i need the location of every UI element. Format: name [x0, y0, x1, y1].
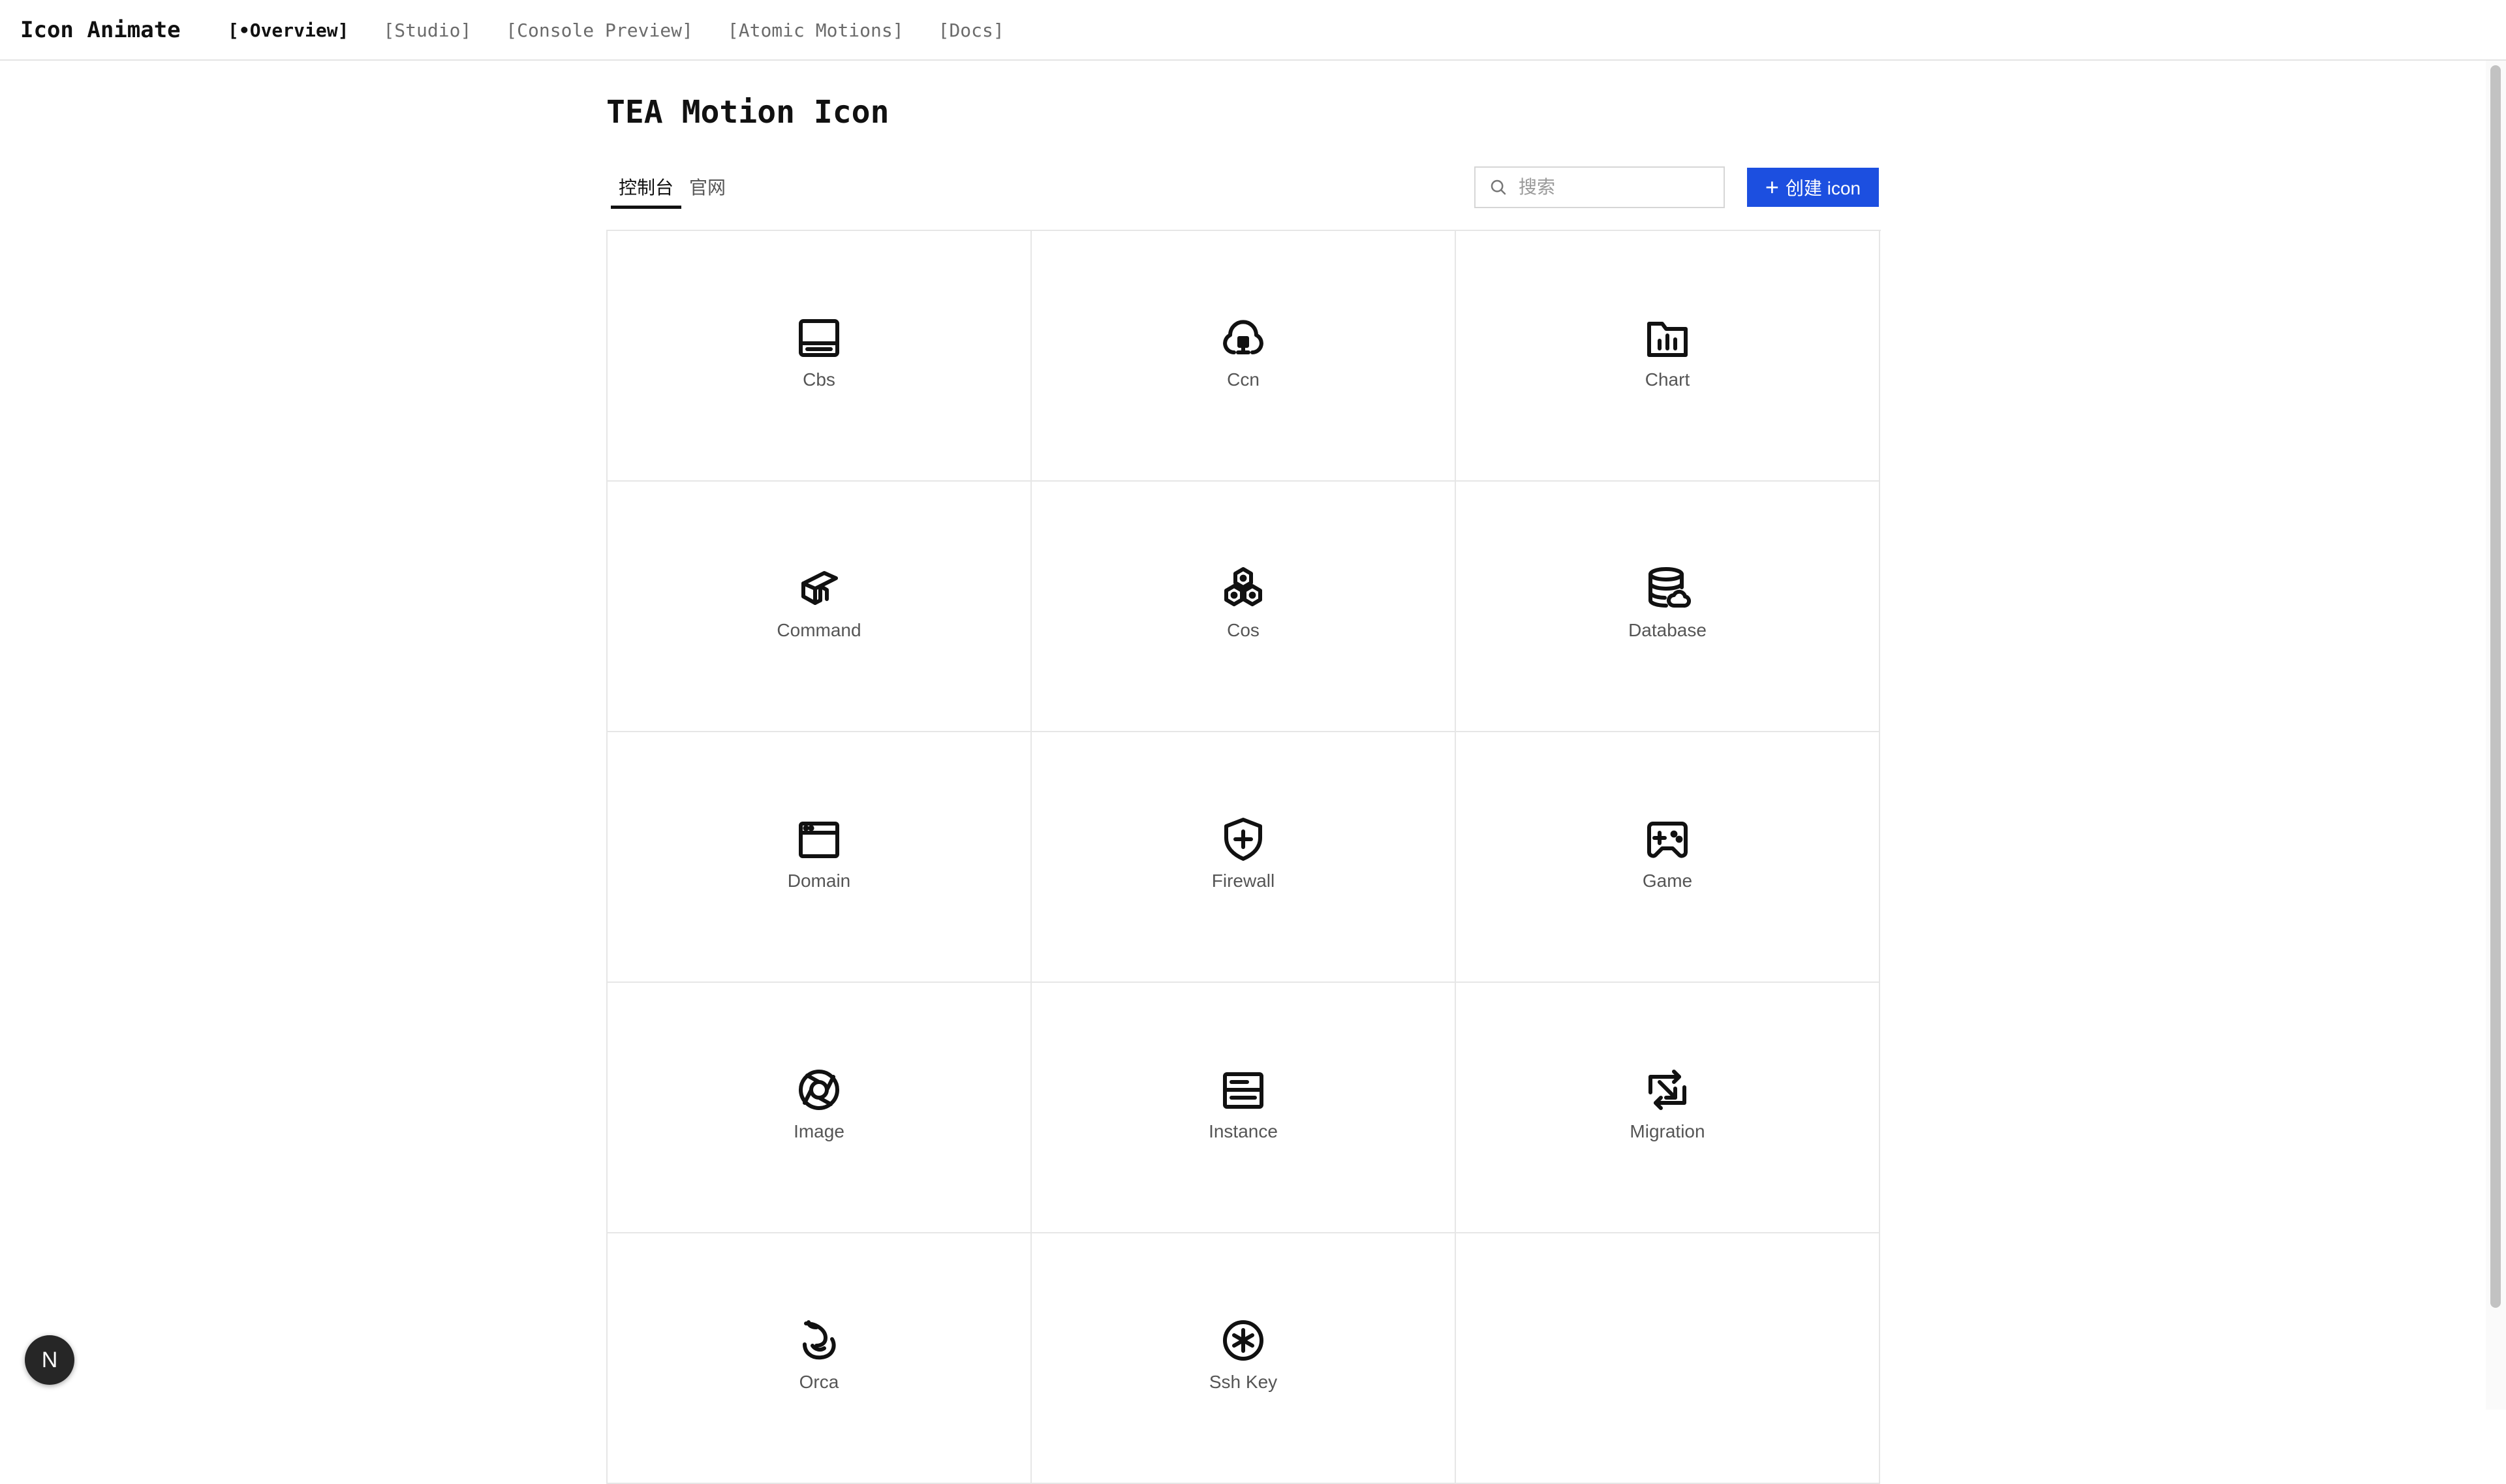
icon-card-instance[interactable]: Instance	[1032, 983, 1456, 1233]
domain-icon	[793, 813, 845, 865]
icon-card-label: Command	[777, 620, 861, 640]
icon-card-label: Migration	[1630, 1121, 1705, 1141]
icon-card-cbs[interactable]: Cbs	[608, 231, 1032, 482]
nav-links: [•Overview] [Studio] [Console Preview] […	[228, 20, 1004, 41]
search-box[interactable]	[1474, 166, 1756, 208]
icon-card-command[interactable]: Command	[608, 482, 1032, 732]
icon-card-domain[interactable]: Domain	[608, 732, 1032, 983]
plus-icon: +	[1765, 174, 1779, 200]
icon-grid: Cbs Ccn Chart Command Cos Database Domai…	[606, 230, 1881, 1484]
icon-card-label: Chart	[1645, 369, 1690, 390]
create-icon-button-label: 创建 icon	[1785, 178, 1861, 198]
migration-icon	[1641, 1064, 1694, 1116]
icon-card-label: Image	[794, 1121, 844, 1141]
icon-card-label: Database	[1628, 620, 1707, 640]
create-icon-button[interactable]: + 创建 icon	[1747, 168, 1879, 207]
firewall-icon	[1217, 813, 1269, 865]
icon-card-label: Cos	[1227, 620, 1260, 640]
nav-link-docs[interactable]: [Docs]	[938, 20, 1004, 41]
icon-card-label: Orca	[799, 1372, 839, 1392]
orca-icon	[793, 1314, 845, 1367]
page-title: TEA Motion Icon	[606, 94, 889, 131]
game-icon	[1641, 813, 1694, 865]
cbs-icon	[793, 312, 845, 364]
tab-official-site[interactable]: 官网	[681, 172, 734, 209]
search-icon	[1489, 178, 1508, 197]
icon-card-game[interactable]: Game	[1456, 732, 1880, 983]
cos-icon	[1217, 563, 1269, 615]
icon-card-label: Instance	[1209, 1121, 1278, 1141]
nav-link-console-preview[interactable]: [Console Preview]	[506, 20, 693, 41]
icon-card-label: Firewall	[1211, 871, 1275, 891]
nav-link-atomic-motions[interactable]: [Atomic Motions]	[728, 20, 904, 41]
image-icon	[793, 1064, 845, 1116]
database-icon	[1641, 563, 1694, 615]
icon-card-label: Ssh Key	[1209, 1372, 1278, 1392]
chart-icon	[1641, 312, 1694, 364]
page-scrollbar-thumb[interactable]	[2490, 65, 2501, 1308]
icon-card-migration[interactable]: Migration	[1456, 983, 1880, 1233]
brand-logo-text[interactable]: Icon Animate	[20, 17, 181, 43]
icon-card-chart[interactable]: Chart	[1456, 231, 1880, 482]
icon-card-ccn[interactable]: Ccn	[1032, 231, 1456, 482]
command-icon	[793, 563, 845, 615]
instance-icon	[1217, 1064, 1269, 1116]
ccn-icon	[1217, 312, 1269, 364]
icon-card-ssh-key[interactable]: Ssh Key	[1032, 1233, 1456, 1484]
icon-card-firewall[interactable]: Firewall	[1032, 732, 1456, 983]
top-navigation-bar: Icon Animate [•Overview] [Studio] [Conso…	[0, 0, 2506, 61]
empty-grid-cell	[1456, 1233, 1880, 1484]
icon-card-label: Ccn	[1227, 369, 1260, 390]
search-input[interactable]	[1517, 176, 1756, 198]
tab-bar: 控制台 官网	[611, 172, 734, 209]
nav-link-overview[interactable]: [•Overview]	[228, 20, 348, 41]
tab-console[interactable]: 控制台	[611, 172, 682, 209]
devtools-badge[interactable]: N	[25, 1335, 74, 1385]
icon-card-label: Domain	[787, 871, 851, 891]
ssh-key-icon	[1217, 1314, 1269, 1367]
icon-card-label: Game	[1642, 871, 1693, 891]
icon-card-cos[interactable]: Cos	[1032, 482, 1456, 732]
nav-link-studio[interactable]: [Studio]	[383, 20, 471, 41]
icon-card-image[interactable]: Image	[608, 983, 1032, 1233]
icon-card-orca[interactable]: Orca	[608, 1233, 1032, 1484]
icon-card-database[interactable]: Database	[1456, 482, 1880, 732]
icon-card-label: Cbs	[803, 369, 835, 390]
